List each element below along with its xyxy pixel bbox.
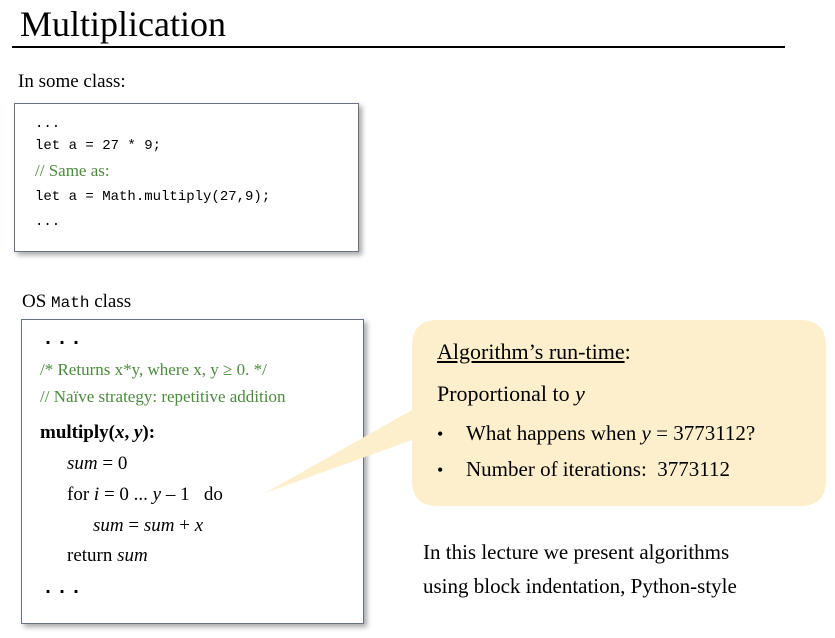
bullet1-suffix: = 3773112? <box>650 421 756 445</box>
bullet1-prefix: What happens when <box>466 421 642 445</box>
bullet-1: What happens when y = 3773112? <box>466 421 755 446</box>
bullet-dot-1: • <box>437 424 444 444</box>
callout-title: Algorithm’s run-time: <box>437 339 631 365</box>
proportional-prefix: Proportional to <box>437 381 576 406</box>
bullet1-var: y <box>641 421 651 445</box>
footer-line-1: In this lecture we present algorithms <box>423 540 730 564</box>
bullet-2: Number of iterations: 3773112 <box>466 457 731 481</box>
footer-line-2: using block indentation, Python-style <box>423 574 737 598</box>
proportional-var: y <box>575 381 585 406</box>
callout-proportional: Proportional to y <box>437 381 585 407</box>
bullet-dot-2: • <box>437 460 444 480</box>
callout-title-text: Algorithm’s run-time <box>437 339 625 364</box>
callout-title-colon: : <box>624 339 631 364</box>
